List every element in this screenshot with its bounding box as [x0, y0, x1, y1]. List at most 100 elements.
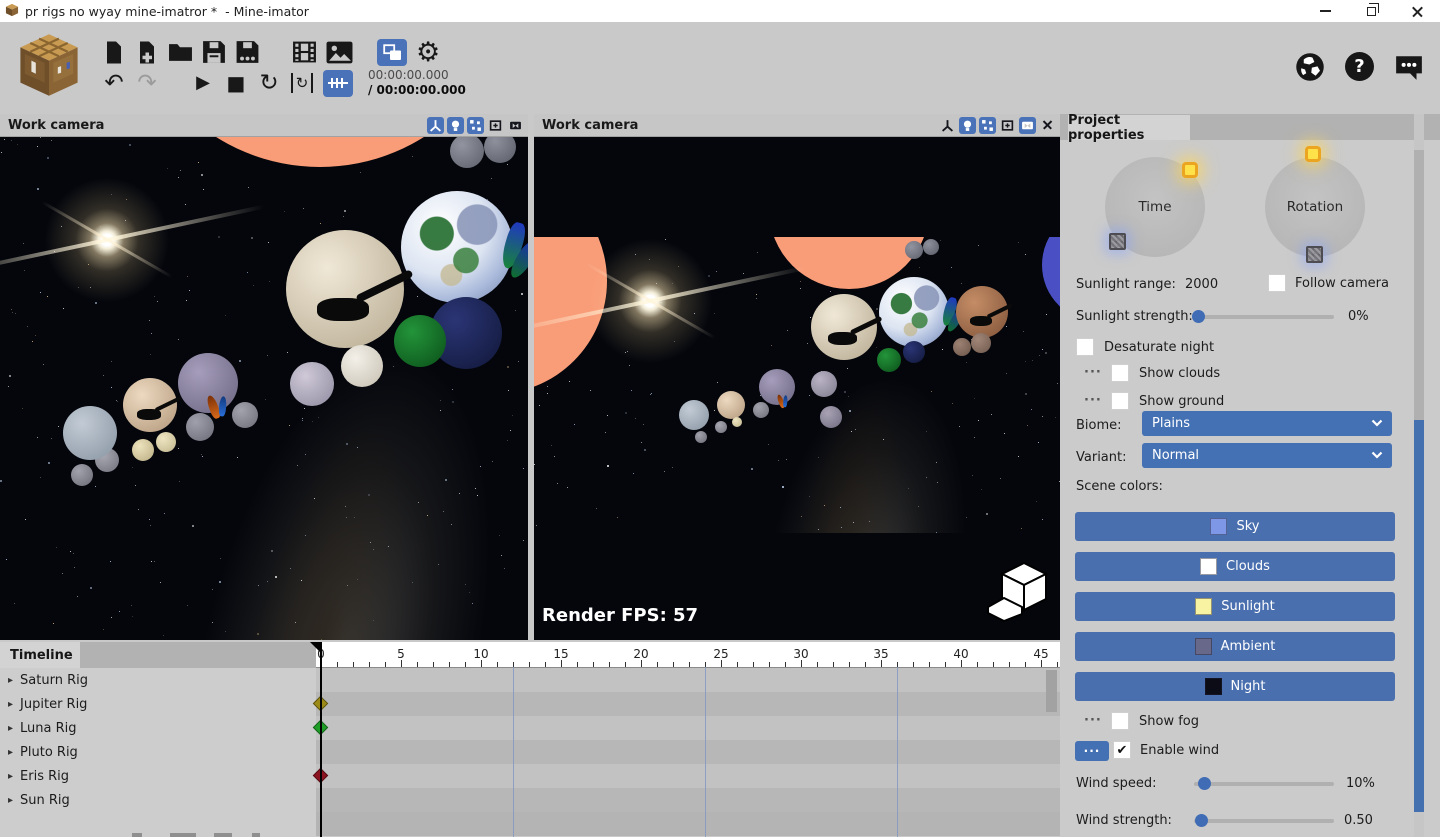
lamp-icon[interactable] — [959, 117, 976, 134]
planet[interactable] — [956, 286, 1008, 338]
planet[interactable] — [820, 406, 842, 428]
scene-color-sky-button[interactable]: Sky — [1075, 512, 1395, 541]
scene-color-sunlight-button[interactable]: Sunlight — [1075, 592, 1395, 621]
planet[interactable] — [394, 315, 446, 367]
timeline-lane[interactable] — [316, 716, 1060, 740]
show-ground-checkbox[interactable] — [1111, 392, 1129, 410]
background-circle[interactable] — [534, 237, 607, 394]
planet[interactable] — [341, 345, 383, 387]
moon-icon[interactable] — [1109, 233, 1126, 250]
wind-speed-knob[interactable] — [1198, 777, 1211, 790]
tab-project-properties[interactable]: Project properties — [1068, 115, 1190, 140]
expand-arrow-icon[interactable]: ▸ — [8, 795, 13, 806]
camera-view-icon[interactable] — [1019, 117, 1036, 134]
close-icon[interactable] — [1039, 117, 1056, 134]
planet[interactable] — [178, 353, 238, 413]
stop-button[interactable]: ■ — [224, 69, 248, 97]
planet[interactable] — [811, 294, 877, 360]
planet[interactable] — [753, 402, 769, 418]
viewport-canvas[interactable]: Render FPS: 57 — [534, 137, 1060, 640]
background-circle[interactable] — [1042, 237, 1060, 322]
expand-arrow-icon[interactable]: ▸ — [8, 675, 13, 686]
export-image-button[interactable] — [326, 38, 353, 66]
camera-view-icon[interactable] — [507, 117, 524, 134]
properties-scrollbar-thumb[interactable] — [1414, 420, 1424, 812]
planet[interactable] — [759, 369, 795, 405]
new-project-from-template-button[interactable] — [135, 38, 159, 66]
play-button[interactable]: ▶ — [191, 69, 215, 97]
expand-arrow-icon[interactable]: ▸ — [8, 699, 13, 710]
frame-icon[interactable] — [999, 117, 1016, 134]
lamp-icon[interactable] — [447, 117, 464, 134]
planet[interactable] — [450, 137, 484, 168]
planet[interactable] — [715, 421, 727, 433]
workspace-layout-button[interactable] — [377, 39, 407, 66]
planet[interactable] — [63, 406, 117, 460]
tab-timeline[interactable]: Timeline — [0, 642, 80, 668]
planet[interactable] — [717, 391, 745, 419]
viewport-canvas[interactable] — [0, 137, 528, 640]
scene-color-ambient-button[interactable]: Ambient — [1075, 632, 1395, 661]
new-project-button[interactable] — [102, 38, 126, 66]
playhead[interactable] — [320, 642, 322, 837]
axis-icon[interactable] — [427, 117, 444, 134]
ground-options-button[interactable]: ··· — [1084, 393, 1102, 408]
planet[interactable] — [923, 239, 939, 255]
timeline-lane[interactable] — [316, 812, 1060, 836]
loop-playback-button[interactable]: ↻ — [257, 69, 281, 97]
scene-color-night-button[interactable]: Night — [1075, 672, 1395, 701]
save-project-as-button[interactable] — [235, 38, 260, 66]
enable-wind-checkbox[interactable]: ✔ — [1113, 741, 1131, 759]
particles-icon[interactable] — [979, 117, 996, 134]
redo-button[interactable]: ↷ — [135, 69, 159, 97]
restore-button[interactable] — [1348, 0, 1394, 22]
planet[interactable] — [905, 241, 923, 259]
properties-scrollbar-segment[interactable] — [1414, 150, 1424, 420]
particles-icon[interactable] — [467, 117, 484, 134]
timeline-track-pluto-rig[interactable]: ▸Pluto Rig — [0, 740, 316, 764]
planet[interactable] — [286, 230, 404, 348]
settings-button[interactable]: ⚙ — [416, 38, 440, 66]
export-movie-button[interactable] — [292, 38, 317, 66]
wind-options-button[interactable]: ··· — [1075, 741, 1109, 761]
expand-arrow-icon[interactable]: ▸ — [8, 771, 13, 782]
planet[interactable] — [156, 432, 176, 452]
viewport-header[interactable]: Work camera — [534, 114, 1060, 137]
planet[interactable] — [123, 378, 177, 432]
timeline-lane[interactable] — [316, 692, 1060, 716]
timeline-lane[interactable] — [316, 740, 1060, 764]
planet[interactable] — [401, 191, 513, 303]
expand-arrow-icon[interactable]: ▸ — [8, 723, 13, 734]
planet[interactable] — [879, 277, 949, 347]
wind-strength-slider[interactable] — [1194, 819, 1334, 823]
sunlight-strength-slider[interactable] — [1194, 315, 1334, 319]
timeline-track-sun-rig[interactable]: ▸Sun Rig — [0, 788, 316, 812]
fog-options-button[interactable]: ··· — [1084, 713, 1102, 728]
follow-camera-checkbox[interactable] — [1268, 274, 1286, 292]
wind-strength-knob[interactable] — [1195, 814, 1208, 827]
planet[interactable] — [877, 348, 901, 372]
planet[interactable] — [290, 362, 334, 406]
timeline-lane[interactable] — [316, 668, 1060, 692]
sunlight-strength-knob[interactable] — [1192, 310, 1205, 323]
timeline-track-saturn-rig[interactable]: ▸Saturn Rig — [0, 668, 316, 692]
wind-speed-slider[interactable] — [1194, 782, 1334, 786]
open-project-button[interactable] — [168, 38, 193, 66]
sunlight-range-value[interactable]: 2000 — [1185, 277, 1218, 292]
expand-arrow-icon[interactable]: ▸ — [8, 747, 13, 758]
scene-color-clouds-button[interactable]: Clouds — [1075, 552, 1395, 581]
frame-icon[interactable] — [487, 117, 504, 134]
timeline-track-eris-rig[interactable]: ▸Eris Rig — [0, 764, 316, 788]
save-project-button[interactable] — [202, 38, 226, 66]
rotation-dial[interactable]: Rotation — [1265, 157, 1365, 257]
planet[interactable] — [971, 333, 991, 353]
planet[interactable] — [484, 137, 516, 163]
timeline-track-jupiter-rig[interactable]: ▸Jupiter Rig — [0, 692, 316, 716]
planet[interactable] — [679, 400, 709, 430]
biome-dropdown[interactable]: Plains — [1142, 411, 1392, 436]
planet[interactable] — [71, 464, 93, 486]
sun-icon[interactable] — [1305, 146, 1321, 162]
desaturate-night-checkbox[interactable] — [1076, 338, 1094, 356]
timeline-ruler[interactable]: 051015202530354045 — [316, 642, 1060, 668]
sun-icon[interactable] — [1182, 162, 1198, 178]
